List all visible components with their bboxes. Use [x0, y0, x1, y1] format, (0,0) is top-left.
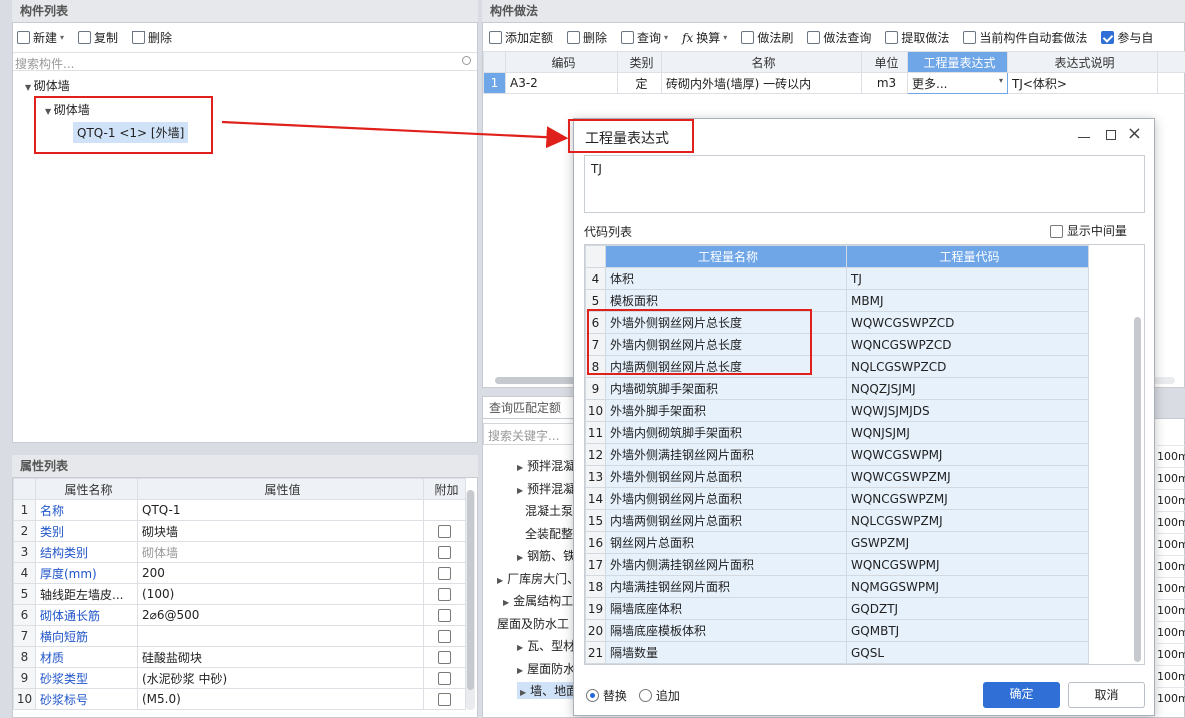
header-blank: [586, 246, 606, 268]
qty-code[interactable]: NQQZJSJMJ: [847, 378, 1089, 400]
annotation-box-rows: [587, 309, 812, 375]
code-list: 工程量名称 工程量代码 4体积TJ5模板面积MBMJ6外墙外侧钢丝网片总长度WQ…: [584, 244, 1145, 665]
qty-code[interactable]: WQWCGSWPZCD: [847, 312, 1089, 334]
expression-dialog: 工程量表达式 × TJ 代码列表 显示中间量 工程量名称 工程量代码 4体积TJ…: [573, 118, 1155, 716]
row-number: 19: [586, 598, 606, 620]
code-row[interactable]: 15内墙两侧钢丝网片总面积NQLCGSWPZMJ: [586, 510, 1089, 532]
qty-code[interactable]: NQLCGSWPZMJ: [847, 510, 1089, 532]
qty-name[interactable]: 隔墙底座体积: [606, 598, 847, 620]
annotation-box-dialog-title: [568, 119, 694, 153]
qty-code[interactable]: GQSL: [847, 642, 1089, 664]
qty-code[interactable]: WQNCGSWPZMJ: [847, 488, 1089, 510]
qty-code[interactable]: GQMBTJ: [847, 620, 1089, 642]
expression-input[interactable]: TJ: [584, 155, 1145, 213]
qty-code[interactable]: WQWCGSWPZMJ: [847, 466, 1089, 488]
maximize-icon[interactable]: [1106, 130, 1116, 140]
qty-name[interactable]: 外墙内侧满挂钢丝网片面积: [606, 554, 847, 576]
qty-code[interactable]: WQNCGSWPMJ: [847, 554, 1089, 576]
row-number: 17: [586, 554, 606, 576]
row-number: 9: [586, 378, 606, 400]
code-row[interactable]: 12外墙外侧满挂钢丝网片面积WQWCGSWPMJ: [586, 444, 1089, 466]
row-number: 21: [586, 642, 606, 664]
radio-append[interactable]: 追加: [639, 687, 680, 704]
code-header-row: 工程量名称 工程量代码: [586, 246, 1089, 268]
row-number: 20: [586, 620, 606, 642]
code-row[interactable]: 19隔墙底座体积GQDZTJ: [586, 598, 1089, 620]
qty-code[interactable]: WQWCGSWPMJ: [847, 444, 1089, 466]
cancel-button[interactable]: 取消: [1068, 682, 1145, 708]
qty-name[interactable]: 内墙两侧钢丝网片总面积: [606, 510, 847, 532]
row-number: 16: [586, 532, 606, 554]
code-row[interactable]: 17外墙内侧满挂钢丝网片面积WQNCGSWPMJ: [586, 554, 1089, 576]
code-row[interactable]: 11外墙内侧砌筑脚手架面积WQNJSJMJ: [586, 422, 1089, 444]
qty-name[interactable]: 钢丝网片总面积: [606, 532, 847, 554]
qty-name[interactable]: 外墙内侧钢丝网片总面积: [606, 488, 847, 510]
code-row[interactable]: 21隔墙数量GQSL: [586, 642, 1089, 664]
code-row[interactable]: 18内墙满挂钢丝网片面积NQMGGSWPMJ: [586, 576, 1089, 598]
code-table: 工程量名称 工程量代码 4体积TJ5模板面积MBMJ6外墙外侧钢丝网片总长度WQ…: [585, 245, 1089, 664]
close-icon[interactable]: ×: [1127, 123, 1142, 144]
qty-name[interactable]: 外墙内侧砌筑脚手架面积: [606, 422, 847, 444]
code-row[interactable]: 13外墙外侧钢丝网片总面积WQWCGSWPZMJ: [586, 466, 1089, 488]
radio-append-dot[interactable]: [639, 689, 652, 702]
qty-name[interactable]: 外墙外脚手架面积: [606, 400, 847, 422]
radio-replace-dot[interactable]: [586, 689, 599, 702]
code-row[interactable]: 9内墙砌筑脚手架面积NQQZJSJMJ: [586, 378, 1089, 400]
ok-button[interactable]: 确定: [983, 682, 1060, 708]
minimize-icon[interactable]: [1078, 137, 1090, 138]
row-number: 14: [586, 488, 606, 510]
qty-name[interactable]: 外墙外侧钢丝网片总面积: [606, 466, 847, 488]
qty-name[interactable]: 隔墙底座模板体积: [606, 620, 847, 642]
qty-name[interactable]: 内墙砌筑脚手架面积: [606, 378, 847, 400]
row-number: 10: [586, 400, 606, 422]
qty-name[interactable]: 隔墙数量: [606, 642, 847, 664]
show-intermediate-toggle[interactable]: 显示中间量: [1050, 222, 1127, 239]
code-row[interactable]: 16钢丝网片总面积GSWPZMJ: [586, 532, 1089, 554]
code-row[interactable]: 10外墙外脚手架面积WQWJSJMJDS: [586, 400, 1089, 422]
code-scroll-thumb[interactable]: [1134, 317, 1141, 662]
row-number: 12: [586, 444, 606, 466]
header-qty-code: 工程量代码: [847, 246, 1089, 268]
row-number: 11: [586, 422, 606, 444]
qty-code[interactable]: WQNCGSWPZCD: [847, 334, 1089, 356]
row-number: 4: [586, 268, 606, 290]
code-row[interactable]: 14外墙内侧钢丝网片总面积WQNCGSWPZMJ: [586, 488, 1089, 510]
show-intermediate-checkbox[interactable]: [1050, 225, 1063, 238]
qty-name[interactable]: 体积: [606, 268, 847, 290]
arrow-to-dialog: [222, 122, 564, 138]
code-row[interactable]: 4体积TJ: [586, 268, 1089, 290]
qty-code[interactable]: NQLCGSWPZCD: [847, 356, 1089, 378]
qty-code[interactable]: GSWPZMJ: [847, 532, 1089, 554]
row-number: 15: [586, 510, 606, 532]
radio-replace[interactable]: 替换: [586, 687, 627, 704]
qty-code[interactable]: GQDZTJ: [847, 598, 1089, 620]
qty-code[interactable]: WQWJSJMJDS: [847, 400, 1089, 422]
row-number: 18: [586, 576, 606, 598]
qty-code[interactable]: WQNJSJMJ: [847, 422, 1089, 444]
qty-name[interactable]: 外墙外侧满挂钢丝网片面积: [606, 444, 847, 466]
qty-code[interactable]: MBMJ: [847, 290, 1089, 312]
code-row[interactable]: 20隔墙底座模板体积GQMBTJ: [586, 620, 1089, 642]
header-qty-name: 工程量名称: [606, 246, 847, 268]
row-number: 13: [586, 466, 606, 488]
code-list-label: 代码列表: [584, 223, 632, 240]
qty-name[interactable]: 内墙满挂钢丝网片面积: [606, 576, 847, 598]
qty-code[interactable]: NQMGGSWPMJ: [847, 576, 1089, 598]
qty-code[interactable]: TJ: [847, 268, 1089, 290]
